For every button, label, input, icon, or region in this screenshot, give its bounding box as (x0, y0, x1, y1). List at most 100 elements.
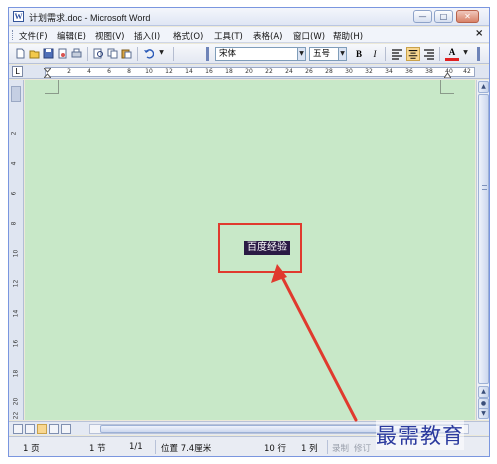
title-bar: W 计划需求.doc - Microsoft Word — □ ✕ (9, 8, 489, 26)
bold-button[interactable]: B (352, 47, 366, 61)
reading-view-icon[interactable] (61, 424, 71, 434)
font-name-dropdown-icon[interactable]: ▼ (297, 47, 306, 61)
toolbar-grip-icon[interactable] (206, 47, 209, 61)
ruler-number: 22 (265, 68, 273, 75)
ruler-number: 32 (365, 68, 373, 75)
open-folder-icon[interactable] (29, 48, 40, 59)
toolbar: ▼ 宋体 ▼ 五号 ▼ B I A ▼ (9, 44, 489, 64)
ruler-number: 16 (205, 68, 213, 75)
toolbar-separator (439, 47, 440, 61)
ruler-number: 4 (87, 68, 91, 75)
italic-button[interactable]: I (368, 47, 382, 61)
menu-view[interactable]: 视图(V) (95, 30, 124, 42)
menu-table[interactable]: 表格(A) (253, 30, 282, 42)
highlight-box (218, 223, 302, 273)
ruler-number: 14 (185, 68, 193, 75)
status-revision[interactable]: 修订 (354, 442, 371, 454)
menu-insert[interactable]: 插入(I) (134, 30, 160, 42)
top-margin-marker[interactable] (11, 86, 21, 102)
vertical-ruler-number: 14 (12, 309, 20, 318)
document-close-icon[interactable]: × (475, 28, 483, 39)
outline-view-icon[interactable] (49, 424, 59, 434)
web-view-icon[interactable] (25, 424, 35, 434)
toolbar-separator (385, 47, 386, 61)
undo-dropdown-icon[interactable]: ▼ (157, 47, 166, 61)
font-color-dropdown-icon[interactable]: ▼ (461, 47, 470, 61)
font-color-icon[interactable]: A (445, 47, 459, 61)
toolbar-separator (173, 47, 174, 61)
maximize-button[interactable]: □ (434, 10, 453, 23)
toolbar-grip-icon[interactable] (477, 47, 480, 61)
menu-help[interactable]: 帮助(H) (333, 30, 363, 42)
tab-selector-icon[interactable]: L (12, 66, 23, 77)
vertical-ruler-number: 20 (12, 397, 20, 406)
margin-corner-mark (45, 80, 59, 94)
ruler-strip[interactable]: 2 4 6 8 10 12 14 16 18 20 22 24 26 28 30… (44, 67, 475, 78)
print-icon[interactable] (71, 48, 82, 59)
ruler-number: 6 (107, 68, 111, 75)
status-column: 1 列 (301, 444, 318, 454)
document-page[interactable]: 百度经验 (25, 80, 475, 420)
vertical-ruler-number: 2 (10, 131, 18, 136)
align-center-icon[interactable] (406, 47, 420, 61)
menu-tools[interactable]: 工具(T) (214, 30, 243, 42)
ruler-number: 28 (325, 68, 333, 75)
ruler-number: 38 (425, 68, 433, 75)
watermark: 最需教育 (376, 420, 464, 450)
ruler-number: 2 (67, 68, 71, 75)
menu-window[interactable]: 窗口(W) (293, 30, 325, 42)
word-window: W 计划需求.doc - Microsoft Word — □ ✕ 文件(F) … (8, 7, 490, 457)
close-button[interactable]: ✕ (456, 10, 479, 23)
menu-edit[interactable]: 编辑(E) (57, 30, 86, 42)
vertical-ruler-number: 16 (12, 339, 20, 348)
window-title: 计划需求.doc - Microsoft Word (29, 13, 151, 23)
vertical-ruler-number: 4 (10, 161, 18, 166)
ruler-number: 34 (385, 68, 393, 75)
print-preview-icon[interactable] (93, 48, 104, 59)
status-position: 位置 7.4厘米 (161, 444, 212, 454)
status-record[interactable]: 录制 (332, 442, 349, 454)
undo-icon[interactable] (143, 48, 154, 59)
ruler-number: 30 (345, 68, 353, 75)
vertical-ruler-number: 18 (12, 369, 20, 378)
save-icon[interactable] (43, 48, 54, 59)
align-right-icon[interactable] (422, 47, 436, 61)
font-name-select[interactable]: 宋体 (215, 47, 305, 61)
paste-icon[interactable] (121, 48, 132, 59)
status-separator (327, 440, 328, 454)
font-size-dropdown-icon[interactable]: ▼ (338, 47, 347, 61)
vertical-ruler[interactable]: 2 4 6 8 10 12 14 16 18 20 22 (9, 80, 24, 420)
previous-page-icon[interactable]: ▲ (478, 386, 489, 398)
vertical-ruler-number: 8 (10, 221, 18, 226)
menu-bar: 文件(F) 编辑(E) 视图(V) 插入(I) 格式(O) 工具(T) 表格(A… (9, 27, 489, 43)
next-page-icon[interactable]: ▼ (478, 408, 489, 419)
menu-file[interactable]: 文件(F) (19, 30, 48, 42)
first-line-indent-icon[interactable] (44, 68, 51, 78)
toolbar-separator (87, 47, 88, 61)
right-indent-icon[interactable] (444, 68, 451, 78)
word-app-icon[interactable]: W (13, 11, 24, 22)
status-separator (155, 440, 156, 454)
permission-icon[interactable] (57, 48, 68, 59)
ruler-number: 12 (165, 68, 173, 75)
ruler-number: 18 (225, 68, 233, 75)
status-line: 10 行 (264, 444, 287, 454)
new-document-icon[interactable] (15, 48, 26, 59)
scroll-thumb[interactable] (478, 94, 489, 384)
normal-view-icon[interactable] (13, 424, 23, 434)
copy-icon[interactable] (107, 48, 118, 59)
toolbar-separator (137, 47, 138, 61)
minimize-button[interactable]: — (413, 10, 432, 23)
align-left-icon[interactable] (390, 47, 404, 61)
ruler-number: 20 (245, 68, 253, 75)
status-section: 1 节 (89, 444, 106, 454)
scroll-up-icon[interactable]: ▲ (478, 81, 489, 93)
status-page: 1 页 (23, 444, 40, 454)
menubar-grip-icon[interactable] (12, 30, 14, 40)
print-layout-icon[interactable] (37, 424, 47, 434)
margin-corner-mark (440, 80, 454, 94)
ruler-number: 42 (463, 68, 471, 75)
ruler-number: 24 (285, 68, 293, 75)
vertical-scrollbar[interactable]: ▲ ▲ ● ▼ (476, 80, 489, 420)
menu-format[interactable]: 格式(O) (173, 30, 203, 42)
